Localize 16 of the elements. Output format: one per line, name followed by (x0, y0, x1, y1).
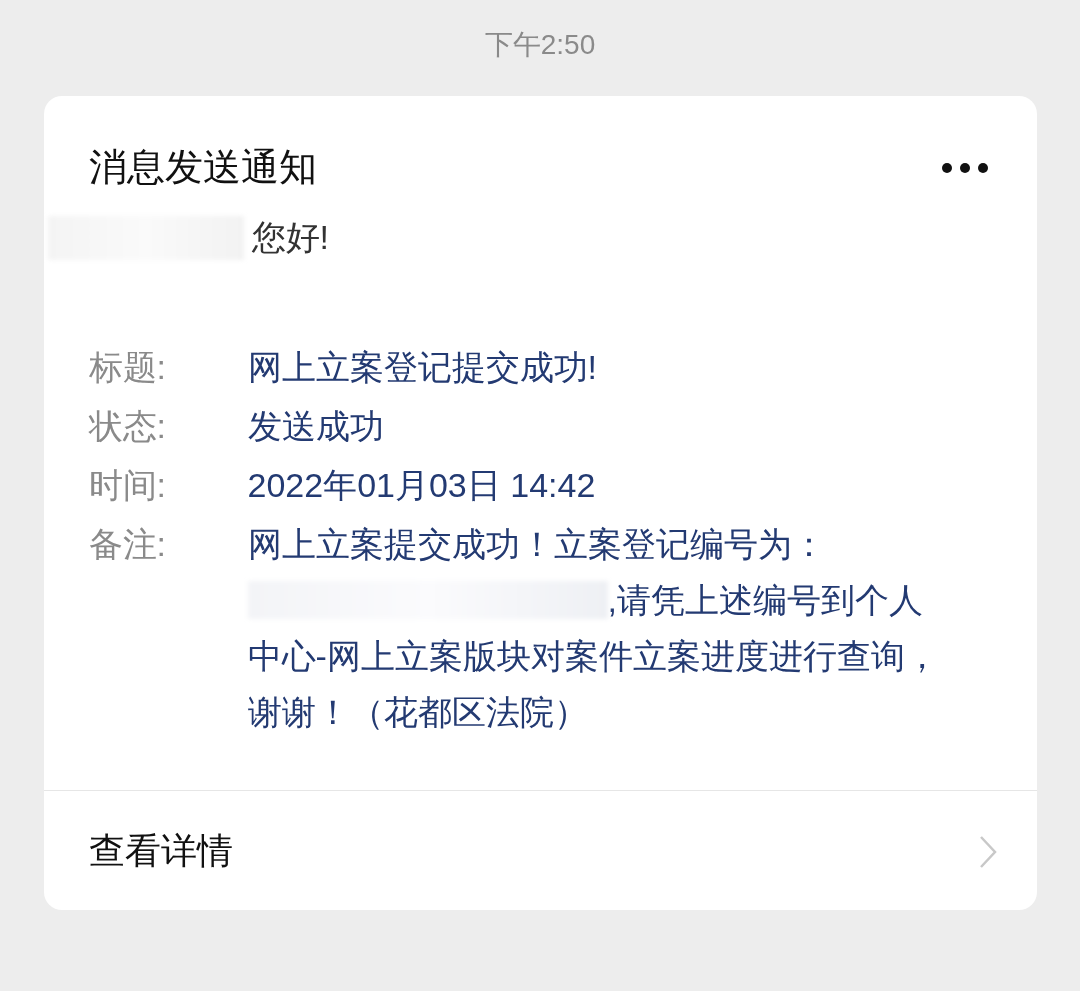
field-value: 2022年01月03日 14:42 (247, 465, 597, 506)
field-label: 时间: (88, 465, 167, 506)
remark-text: 中心-网上立案版块对案件立案进度进行查询，谢谢！（花都区法院） (247, 637, 939, 731)
field-label: 标题: (88, 347, 167, 388)
field-value: 发送成功 (247, 406, 385, 447)
field-label: 状态: (88, 406, 167, 447)
field-label: 备注: (88, 524, 167, 565)
card-title: 消息发送通知 (88, 145, 317, 190)
timestamp: 下午2:50 (484, 28, 596, 62)
field-value: 网上立案登记提交成功! (247, 347, 598, 388)
remark-text: 网上立案提交成功！立案登记编号为： (247, 525, 826, 563)
more-icon[interactable] (940, 161, 989, 174)
greeting: 您好! (251, 217, 329, 258)
details-link[interactable]: 查看详情 (43, 790, 1037, 910)
chevron-right-icon (978, 834, 997, 869)
remark-text: ,请凭上述编号到个人 (607, 580, 923, 621)
